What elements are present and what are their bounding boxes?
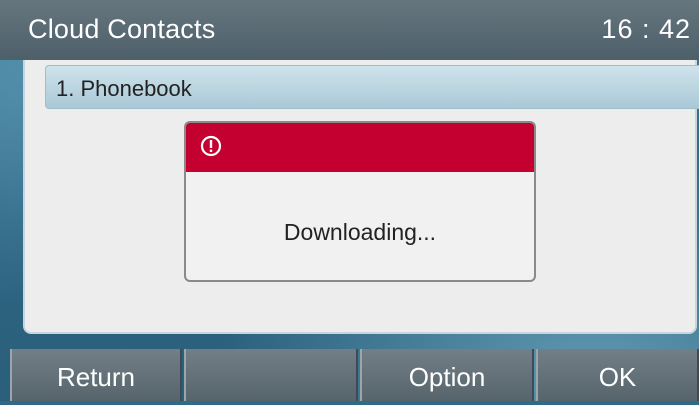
alert-circle-icon xyxy=(200,135,222,157)
page-title: Cloud Contacts xyxy=(28,14,216,44)
ok-button[interactable]: OK xyxy=(536,349,699,401)
list-item-label: 1. Phonebook xyxy=(56,76,192,101)
download-dialog: Downloading... xyxy=(184,121,536,282)
softkey-bar: Return Option OK xyxy=(0,349,699,401)
empty-softkey[interactable] xyxy=(184,349,358,401)
phone-screen: Cloud Contacts 16 : 42 1. Phonebook Down… xyxy=(0,0,699,401)
option-button[interactable]: Option xyxy=(360,349,534,401)
list-item-phonebook[interactable]: 1. Phonebook xyxy=(45,65,699,109)
dialog-message: Downloading... xyxy=(283,219,437,245)
title-bar: Cloud Contacts 16 : 42 xyxy=(0,0,699,60)
clock: 16 : 42 xyxy=(601,14,691,44)
dialog-header xyxy=(186,123,534,172)
return-button[interactable]: Return xyxy=(10,349,182,401)
